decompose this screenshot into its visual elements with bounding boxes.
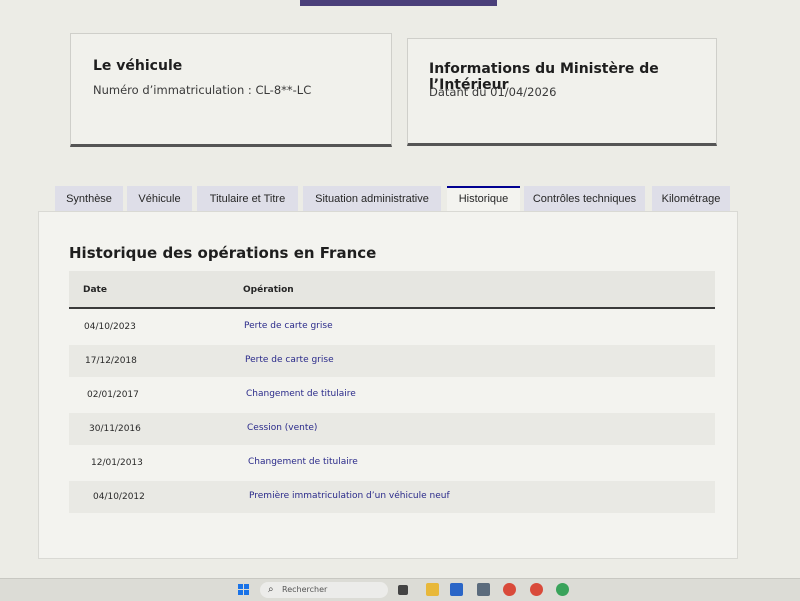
chrome-icon[interactable] [530, 583, 543, 596]
row-operation-link[interactable]: Perte de carte grise [244, 321, 333, 331]
windows-icon[interactable] [238, 584, 250, 596]
table-row: 17/12/2018 Perte de carte grise [69, 345, 715, 377]
history-section-title: Historique des opérations en France [69, 244, 377, 262]
row-operation-link[interactable]: Perte de carte grise [245, 355, 334, 365]
tab-titulaire-et-titre[interactable]: Titulaire et Titre [197, 186, 298, 212]
row-date: 04/10/2023 [84, 322, 136, 332]
tab-historique[interactable]: Historique [447, 186, 520, 212]
column-header-date: Date [83, 285, 107, 295]
tab-controles-techniques[interactable]: Contrôles techniques [524, 186, 645, 212]
history-table-header: Date Opération [69, 271, 715, 309]
table-row: 12/01/2013 Changement de titulaire [69, 447, 715, 479]
row-date: 04/10/2012 [93, 492, 145, 502]
registration-number: Numéro d’immatriculation : CL-8**-LC [93, 83, 312, 97]
search-placeholder: Rechercher [282, 585, 328, 594]
history-panel: Historique des opérations en France Date… [38, 211, 738, 559]
row-date: 30/11/2016 [89, 424, 141, 434]
table-row: 04/10/2023 Perte de carte grise [69, 311, 715, 343]
row-date: 12/01/2013 [91, 458, 143, 468]
row-date: 17/12/2018 [85, 356, 137, 366]
row-date: 02/01/2017 [87, 390, 139, 400]
taskbar: ⌕ Rechercher [0, 578, 800, 601]
ministry-info-card: Informations du Ministère de l’Intérieur… [407, 38, 717, 146]
row-operation-link[interactable]: Changement de titulaire [246, 389, 356, 399]
tab-kilometrage[interactable]: Kilométrage [652, 186, 730, 212]
ministry-info-date: Datant du 01/04/2026 [429, 85, 557, 99]
header-accent-bar [300, 0, 497, 6]
calculator-icon[interactable] [477, 583, 490, 596]
column-header-operation: Opération [243, 285, 294, 295]
vehicle-card-title: Le véhicule [93, 58, 183, 74]
chrome-icon[interactable] [503, 583, 516, 596]
taskbar-search-input[interactable]: ⌕ Rechercher [260, 582, 388, 598]
tab-bar: Synthèse Véhicule Titulaire et Titre Sit… [55, 186, 731, 212]
search-icon: ⌕ [268, 584, 274, 595]
file-explorer-icon[interactable] [426, 583, 439, 596]
row-operation-link[interactable]: Changement de titulaire [248, 457, 358, 467]
chrome-icon[interactable] [556, 583, 569, 596]
table-row: 30/11/2016 Cession (vente) [69, 413, 715, 445]
row-operation-link[interactable]: Cession (vente) [247, 423, 317, 433]
table-row: 02/01/2017 Changement de titulaire [69, 379, 715, 411]
store-icon[interactable] [450, 583, 463, 596]
tab-synthese[interactable]: Synthèse [55, 186, 123, 212]
task-view-icon[interactable] [398, 585, 408, 595]
table-row: 04/10/2012 Première immatriculation d’un… [69, 481, 715, 513]
tab-situation-administrative[interactable]: Situation administrative [303, 186, 441, 212]
vehicle-card: Le véhicule Numéro d’immatriculation : C… [70, 33, 392, 147]
row-operation-link[interactable]: Première immatriculation d’un véhicule n… [249, 491, 450, 501]
tab-vehicule[interactable]: Véhicule [127, 186, 192, 212]
